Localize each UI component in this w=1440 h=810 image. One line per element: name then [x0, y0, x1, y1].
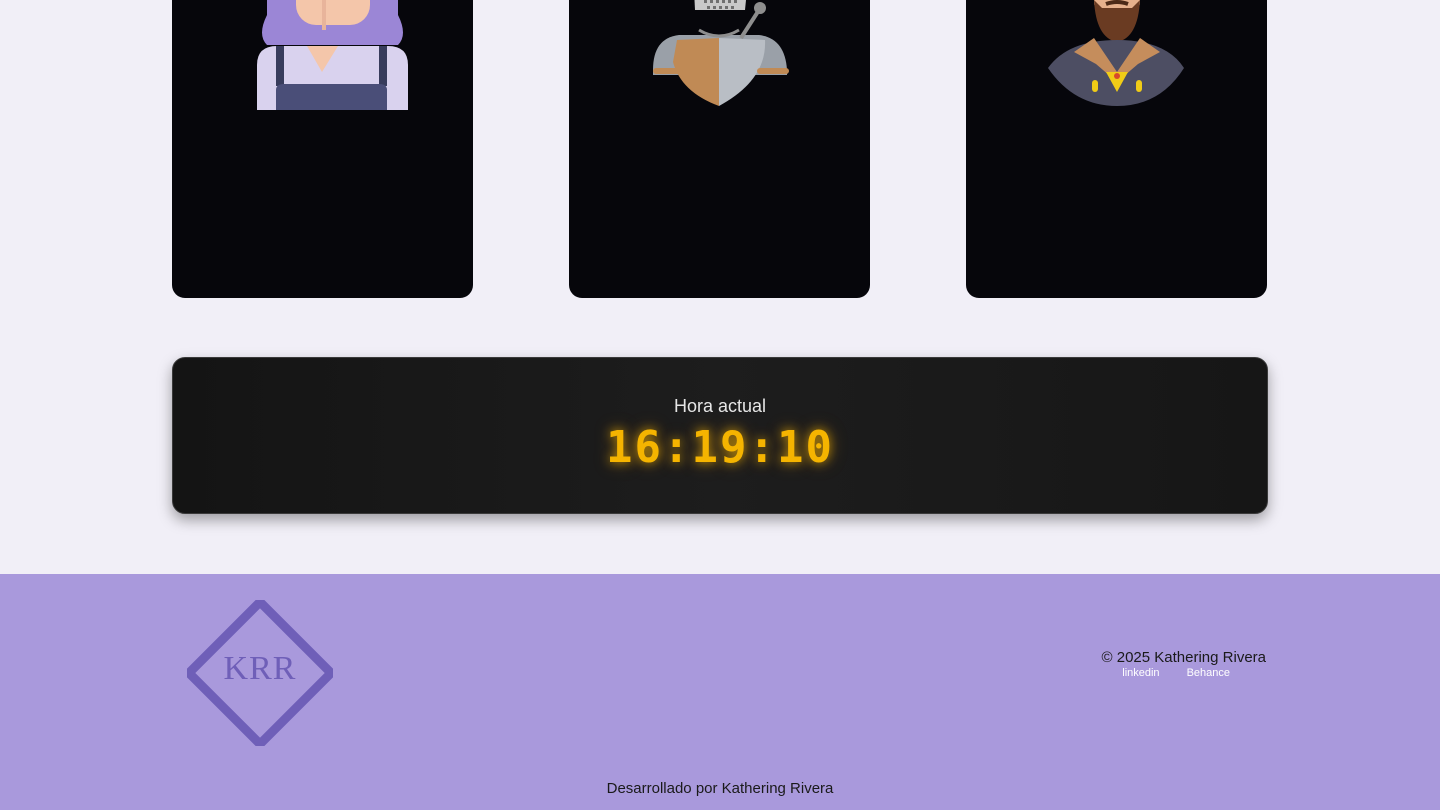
linkedin-link[interactable]: linkedin	[1122, 667, 1159, 679]
developer-credit: Desarrollado por Kathering Rivera	[606, 780, 834, 797]
logo-text: KRR	[223, 650, 297, 687]
character-card-2[interactable]	[569, 0, 870, 298]
social-links: linkedin Behance	[1122, 667, 1230, 679]
copyright-text: © 2025 Kathering Rivera	[1101, 649, 1266, 666]
bearded-king-avatar-icon	[1048, 0, 1184, 106]
page: Hora actual 16:19:10 KRR © 2025 Katherin…	[0, 0, 1440, 810]
character-card-1[interactable]	[172, 0, 473, 298]
knight-armor-avatar-icon	[653, 0, 789, 106]
woman-apron-avatar-icon	[257, 0, 408, 110]
clock-panel: Hora actual 16:19:10	[172, 357, 1268, 514]
behance-link[interactable]: Behance	[1187, 667, 1230, 679]
krr-logo[interactable]: KRR	[182, 595, 338, 751]
footer: KRR © 2025 Kathering Rivera linkedin Beh…	[0, 574, 1440, 810]
clock-label: Hora actual	[673, 396, 767, 416]
clock-time: 16:19:10	[606, 422, 834, 473]
character-card-3[interactable]	[966, 0, 1267, 298]
